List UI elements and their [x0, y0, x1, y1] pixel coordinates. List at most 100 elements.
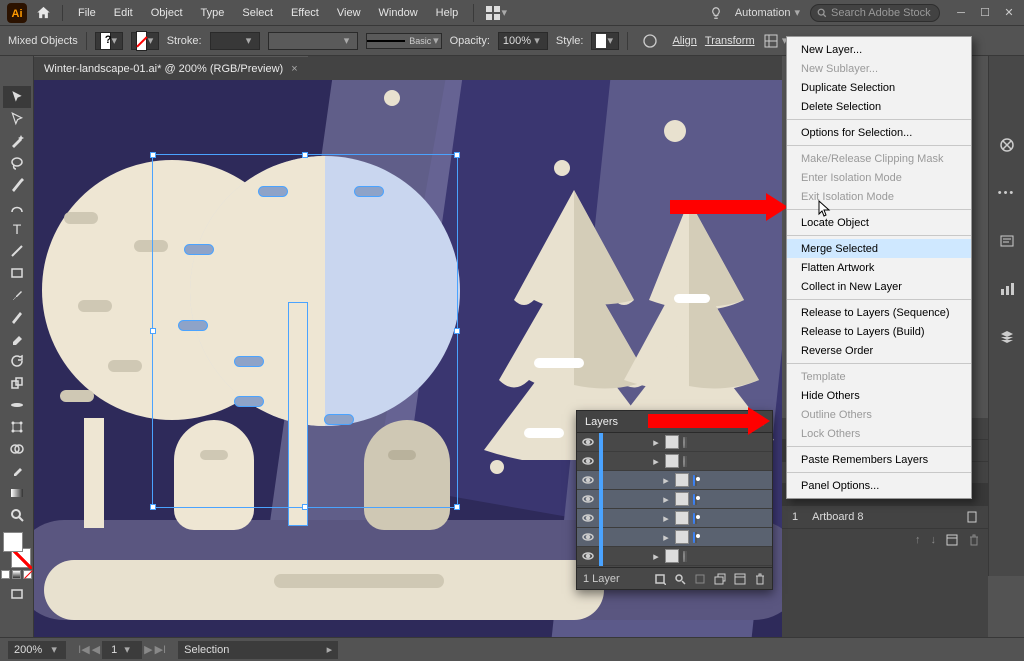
target-icon[interactable]: [693, 475, 695, 486]
free-transform-tool[interactable]: [3, 416, 31, 438]
menu-help[interactable]: Help: [429, 3, 466, 23]
menu-item[interactable]: Release to Layers (Build): [787, 322, 971, 341]
menu-effect[interactable]: Effect: [284, 3, 326, 23]
make-clipping-mask-icon[interactable]: [694, 573, 706, 585]
more-options-icon[interactable]: •••: [998, 184, 1016, 202]
menu-edit[interactable]: Edit: [107, 3, 140, 23]
curvature-tool[interactable]: [3, 196, 31, 218]
visibility-icon[interactable]: [581, 511, 595, 525]
document-tab[interactable]: Winter-landscape-01.ai* @ 200% (RGB/Prev…: [34, 56, 308, 80]
twisty-icon[interactable]: ▸: [651, 550, 661, 563]
recolor-icon[interactable]: [636, 30, 664, 52]
rotate-tool[interactable]: [3, 350, 31, 372]
zoom-level[interactable]: 200%▾: [8, 641, 66, 659]
eyedropper-tool[interactable]: [3, 460, 31, 482]
locate-object-icon[interactable]: [654, 573, 666, 585]
twisty-icon[interactable]: ▸: [661, 493, 671, 506]
line-tool[interactable]: [3, 240, 31, 262]
menu-item[interactable]: Hide Others: [787, 386, 971, 405]
align-link[interactable]: Align: [672, 35, 696, 47]
home-icon[interactable]: [32, 2, 54, 24]
menu-item[interactable]: Release to Layers (Sequence): [787, 303, 971, 322]
gradient-tool[interactable]: [3, 482, 31, 504]
selection-bounding-box[interactable]: [152, 154, 458, 508]
delete-artboard-icon[interactable]: [968, 534, 980, 546]
lasso-tool[interactable]: [3, 152, 31, 174]
visibility-icon[interactable]: [581, 530, 595, 544]
menu-item[interactable]: Panel Options...: [787, 476, 971, 495]
menu-select[interactable]: Select: [235, 3, 280, 23]
width-tool[interactable]: [3, 394, 31, 416]
twisty-icon[interactable]: ▸: [651, 455, 661, 468]
properties-panel-icon[interactable]: [998, 136, 1016, 154]
artboard-row[interactable]: 1 Artboard 8: [782, 506, 988, 528]
draw-mode-chips[interactable]: [1, 570, 32, 579]
selection-indicator[interactable]: [685, 456, 687, 467]
menu-item[interactable]: Options for Selection...: [787, 123, 971, 142]
artboard-orient-icon[interactable]: [966, 511, 978, 523]
layer-row[interactable]: ▸: [577, 528, 772, 547]
layers-list[interactable]: ▸ ▸ ▸ ▸ ▸ ▸ ▸: [577, 433, 772, 567]
layers-context-menu[interactable]: New Layer...New Sublayer...Duplicate Sel…: [786, 36, 972, 499]
visibility-icon[interactable]: [581, 549, 595, 563]
twisty-icon[interactable]: ▸: [651, 436, 661, 449]
arrange-documents-icon[interactable]: ▾: [482, 2, 510, 24]
layer-row[interactable]: ▸: [577, 509, 772, 528]
minimize-button[interactable]: ─: [952, 6, 970, 20]
paintbrush-tool[interactable]: [3, 284, 31, 306]
zoom-tool[interactable]: [3, 504, 31, 526]
scale-tool[interactable]: [3, 372, 31, 394]
menu-object[interactable]: Object: [144, 3, 190, 23]
visibility-icon[interactable]: [581, 454, 595, 468]
layer-row[interactable]: ▸: [577, 471, 772, 490]
menu-file[interactable]: File: [71, 3, 103, 23]
workspace-switcher[interactable]: Automation▾: [729, 4, 806, 21]
selection-indicator[interactable]: [685, 551, 687, 562]
menu-type[interactable]: Type: [194, 3, 232, 23]
menu-item[interactable]: New Layer...: [787, 40, 971, 59]
shape-builder-tool[interactable]: [3, 438, 31, 460]
delete-layer-icon[interactable]: [754, 573, 766, 585]
target-icon[interactable]: [693, 532, 695, 543]
visibility-icon[interactable]: [581, 473, 595, 487]
search-input[interactable]: Search Adobe Stock: [810, 4, 940, 22]
new-artboard-icon[interactable]: [946, 534, 958, 546]
new-sublayer-icon[interactable]: [714, 573, 726, 585]
fill-swatch[interactable]: ?▾: [95, 32, 123, 50]
type-tool[interactable]: T: [3, 218, 31, 240]
layer-row[interactable]: ▸: [577, 547, 772, 566]
menu-window[interactable]: Window: [372, 3, 425, 23]
graphic-style[interactable]: ▾: [591, 32, 619, 50]
search-layers-icon[interactable]: [674, 573, 686, 585]
menu-item[interactable]: Collect in New Layer: [787, 277, 971, 296]
target-icon[interactable]: [693, 513, 695, 524]
magic-wand-tool[interactable]: [3, 130, 31, 152]
layer-row[interactable]: ▸: [577, 433, 772, 452]
maximize-button[interactable]: ☐: [976, 6, 994, 20]
rectangle-tool[interactable]: [3, 262, 31, 284]
menu-item[interactable]: Paste Remembers Layers: [787, 450, 971, 469]
menu-item[interactable]: Merge Selected: [787, 239, 971, 258]
layers-panel-icon[interactable]: [998, 328, 1016, 346]
move-up-icon[interactable]: ↑: [915, 534, 921, 546]
visibility-icon[interactable]: [581, 435, 595, 449]
move-down-icon[interactable]: ↓: [931, 534, 937, 546]
pen-tool[interactable]: [3, 174, 31, 196]
menu-view[interactable]: View: [330, 3, 368, 23]
selection-tool[interactable]: [3, 86, 31, 108]
menu-item[interactable]: Delete Selection: [787, 97, 971, 116]
menu-item[interactable]: Locate Object: [787, 213, 971, 232]
discover-icon[interactable]: [707, 4, 725, 22]
layer-row[interactable]: ▸: [577, 490, 772, 509]
close-button[interactable]: ✕: [1000, 6, 1018, 20]
twisty-icon[interactable]: ▸: [661, 474, 671, 487]
visibility-icon[interactable]: [581, 492, 595, 506]
target-icon[interactable]: [693, 494, 695, 505]
layer-row[interactable]: ▸: [577, 452, 772, 471]
eraser-tool[interactable]: [3, 328, 31, 350]
graph-panel-icon[interactable]: [998, 280, 1016, 298]
menu-item[interactable]: Reverse Order: [787, 341, 971, 360]
direct-selection-tool[interactable]: [3, 108, 31, 130]
css-panel-icon[interactable]: [998, 232, 1016, 250]
twisty-icon[interactable]: ▸: [661, 512, 671, 525]
